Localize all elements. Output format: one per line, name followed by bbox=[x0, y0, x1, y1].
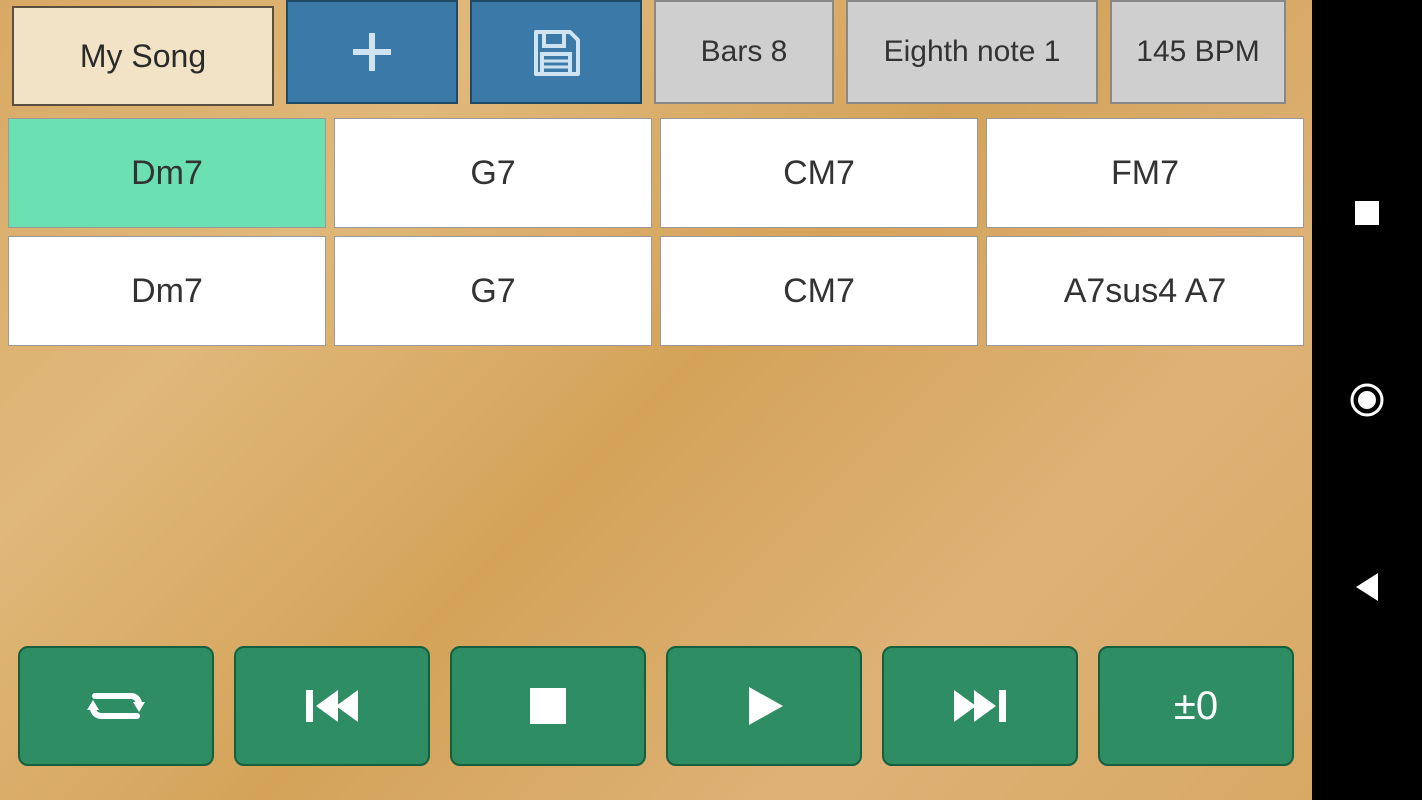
eighth-note-label: Eighth note 1 bbox=[884, 35, 1061, 69]
chord-label: Dm7 bbox=[131, 272, 203, 311]
circle-icon bbox=[1349, 382, 1385, 418]
skip-next-button[interactable] bbox=[882, 646, 1078, 766]
triangle-back-icon bbox=[1352, 570, 1382, 604]
save-button[interactable] bbox=[470, 0, 642, 104]
bpm-label: 145 BPM bbox=[1136, 35, 1259, 69]
chord-label: G7 bbox=[470, 272, 515, 311]
chord-cell[interactable]: G7 bbox=[334, 118, 652, 228]
loop-button[interactable] bbox=[18, 646, 214, 766]
chord-grid: Dm7 G7 CM7 FM7 Dm7 G7 CM7 A7sus4 A7 bbox=[0, 112, 1312, 354]
chord-label: FM7 bbox=[1111, 154, 1179, 193]
chord-cell[interactable]: Dm7 bbox=[8, 118, 326, 228]
chord-label: A7sus4 A7 bbox=[1064, 272, 1227, 311]
app-main-area: My Song Bars 8 bbox=[0, 0, 1312, 800]
nav-home-button[interactable] bbox=[1345, 378, 1389, 422]
chord-row: Dm7 G7 CM7 FM7 bbox=[8, 118, 1304, 228]
chord-label: Dm7 bbox=[131, 154, 203, 193]
transpose-label: ±0 bbox=[1174, 684, 1218, 729]
play-button[interactable] bbox=[666, 646, 862, 766]
song-title-label: My Song bbox=[80, 38, 206, 75]
chord-label: CM7 bbox=[783, 154, 855, 193]
skip-prev-icon bbox=[302, 684, 362, 728]
bpm-button[interactable]: 145 BPM bbox=[1110, 0, 1286, 104]
transport-bar: ±0 bbox=[0, 646, 1312, 800]
android-nav-bar bbox=[1312, 0, 1422, 800]
stop-icon bbox=[526, 684, 570, 728]
plus-icon bbox=[347, 27, 397, 77]
eighth-note-button[interactable]: Eighth note 1 bbox=[846, 0, 1098, 104]
chord-cell[interactable]: Dm7 bbox=[8, 236, 326, 346]
stop-button[interactable] bbox=[450, 646, 646, 766]
bars-button[interactable]: Bars 8 bbox=[654, 0, 834, 104]
loop-icon bbox=[81, 680, 151, 732]
bars-label: Bars 8 bbox=[701, 35, 788, 69]
chord-label: CM7 bbox=[783, 272, 855, 311]
square-icon bbox=[1352, 198, 1382, 228]
save-icon bbox=[528, 24, 584, 80]
chord-row: Dm7 G7 CM7 A7sus4 A7 bbox=[8, 236, 1304, 346]
top-toolbar: My Song Bars 8 bbox=[0, 0, 1312, 112]
transpose-button[interactable]: ±0 bbox=[1098, 646, 1294, 766]
chord-cell[interactable]: A7sus4 A7 bbox=[986, 236, 1304, 346]
chord-cell[interactable]: G7 bbox=[334, 236, 652, 346]
chord-cell[interactable]: FM7 bbox=[986, 118, 1304, 228]
chord-cell[interactable]: CM7 bbox=[660, 236, 978, 346]
add-button[interactable] bbox=[286, 0, 458, 104]
spacer bbox=[0, 354, 1312, 646]
skip-next-icon bbox=[950, 684, 1010, 728]
play-icon bbox=[739, 681, 789, 731]
chord-cell[interactable]: CM7 bbox=[660, 118, 978, 228]
nav-back-button[interactable] bbox=[1345, 565, 1389, 609]
nav-recent-apps-button[interactable] bbox=[1345, 191, 1389, 235]
song-title-button[interactable]: My Song bbox=[12, 6, 274, 106]
chord-label: G7 bbox=[470, 154, 515, 193]
skip-previous-button[interactable] bbox=[234, 646, 430, 766]
